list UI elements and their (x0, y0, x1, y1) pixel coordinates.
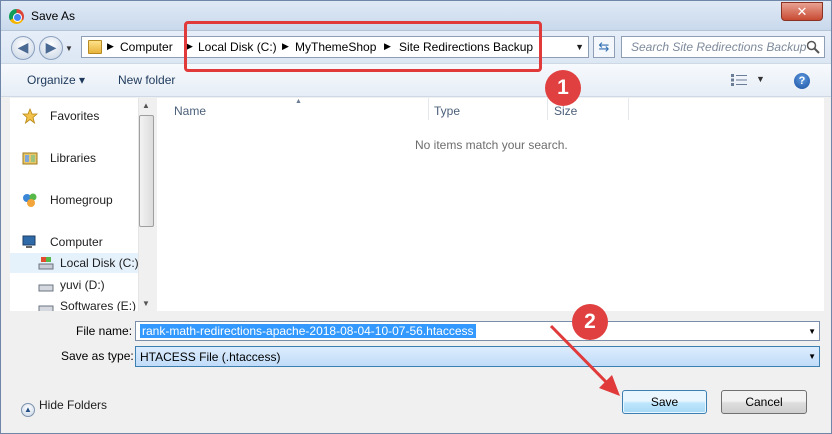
refresh-icon: ⇆ (598, 39, 610, 54)
drive-icon (38, 305, 54, 311)
refresh-button[interactable]: ⇆ (593, 36, 615, 58)
organize-button[interactable]: Organize ▾ (27, 73, 85, 87)
hide-folders-label: Hide Folders (39, 398, 108, 412)
scroll-down-icon[interactable]: ▼ (142, 299, 150, 308)
dialog-footer: ▲ Hide Folders Save Cancel (1, 373, 831, 433)
scroll-up-icon[interactable]: ▲ (142, 101, 150, 110)
recent-pages-dropdown-icon[interactable]: ▼ (65, 44, 73, 53)
column-divider[interactable] (428, 98, 429, 120)
sort-caret-icon: ▲ (295, 98, 302, 105)
view-dropdown-icon[interactable]: ▼ (756, 74, 765, 84)
save-form: File name: rank-math-redirections-apache… (1, 312, 831, 372)
chrome-icon (9, 9, 24, 24)
save-type-label: Save as type: (61, 349, 134, 363)
change-view-icon[interactable] (731, 74, 747, 86)
column-divider[interactable] (547, 98, 548, 120)
chevron-up-icon: ▲ (21, 403, 35, 417)
navigation-pane: Favorites Libraries Homegroup Computer L… (10, 98, 155, 311)
annotation-badge-1: 1 (545, 70, 581, 106)
window-title: Save As (31, 9, 76, 23)
file-name-label: File name: (76, 324, 133, 338)
folder-icon (88, 40, 102, 54)
save-type-dropdown-icon[interactable]: ▼ (808, 352, 816, 361)
search-input[interactable]: Search Site Redirections Backup (621, 36, 825, 58)
column-header-size[interactable]: Size (554, 104, 577, 118)
nav-item-label: Local Disk (C:) (60, 256, 139, 270)
nav-item-softwares[interactable]: Softwares (E:) (10, 296, 140, 311)
nav-item-label: Softwares (E:) (60, 299, 137, 311)
save-button[interactable]: Save (622, 390, 707, 414)
nav-item-label: yuvi (D:) (60, 278, 105, 292)
drive-icon (38, 257, 54, 270)
file-name-dropdown-icon[interactable]: ▼ (808, 327, 816, 336)
save-as-dialog: Save As ✕ ◀ ▶ ▼ ▶ Computer ▶ Local Disk … (0, 0, 832, 434)
close-icon: ✕ (796, 4, 808, 19)
help-icon[interactable]: ? (794, 73, 810, 89)
breadcrumb-computer[interactable]: Computer (120, 40, 173, 54)
cancel-button[interactable]: Cancel (721, 390, 807, 414)
nav-item-libraries[interactable]: Libraries (10, 148, 140, 168)
close-button[interactable]: ✕ (781, 2, 823, 21)
nav-item-label: Computer (50, 235, 103, 249)
save-type-value: HTACESS File (.htaccess) (140, 350, 281, 364)
computer-icon (22, 235, 36, 248)
nav-item-yuvi[interactable]: yuvi (D:) (10, 275, 140, 295)
nav-item-label: Homegroup (50, 193, 113, 207)
back-button[interactable]: ◀ (11, 36, 35, 60)
nav-item-label: Favorites (50, 109, 100, 123)
back-arrow-icon: ◀ (17, 39, 29, 55)
file-name-field[interactable]: rank-math-redirections-apache-2018-08-04… (135, 321, 820, 341)
file-list: ▲ Name Type Size No items match your sea… (157, 98, 824, 311)
file-name-value[interactable]: rank-math-redirections-apache-2018-08-04… (140, 324, 476, 338)
chevron-right-icon[interactable]: ▶ (107, 41, 114, 52)
nav-item-computer[interactable]: Computer (10, 232, 140, 252)
homegroup-icon (23, 193, 37, 207)
library-icon (22, 152, 38, 165)
nav-scrollbar-thumb[interactable] (139, 115, 154, 227)
forward-button[interactable]: ▶ (39, 36, 63, 60)
address-dropdown-icon[interactable]: ▼ (575, 42, 584, 52)
forward-arrow-icon: ▶ (45, 39, 57, 55)
drive-icon (38, 284, 54, 292)
star-icon (22, 108, 38, 124)
nav-item-homegroup[interactable]: Homegroup (10, 190, 140, 210)
empty-message: No items match your search. (415, 138, 568, 152)
column-header-name[interactable]: Name (174, 104, 206, 118)
nav-item-favorites[interactable]: Favorites (10, 106, 140, 126)
hide-folders-button[interactable]: ▲ Hide Folders (21, 398, 107, 417)
search-icon (806, 40, 820, 54)
save-type-select[interactable]: HTACESS File (.htaccess) ▼ (135, 346, 820, 367)
column-header-type[interactable]: Type (434, 104, 460, 118)
search-placeholder: Search Site Redirections Backup (631, 40, 807, 54)
new-folder-button[interactable]: New folder (118, 73, 175, 87)
address-highlight-box (184, 21, 542, 72)
nav-item-local-disk[interactable]: Local Disk (C:) (10, 253, 140, 273)
annotation-badge-2: 2 (572, 304, 608, 340)
column-divider[interactable] (628, 98, 629, 120)
nav-item-label: Libraries (50, 151, 97, 165)
